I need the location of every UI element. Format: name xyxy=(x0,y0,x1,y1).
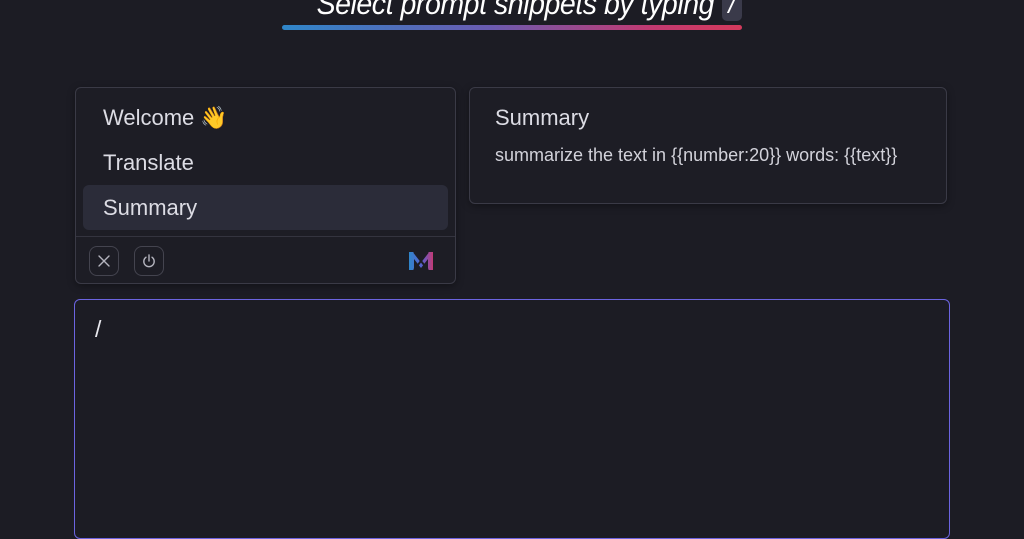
brand-logo-icon xyxy=(409,251,433,271)
menu-footer xyxy=(76,237,455,283)
disable-button[interactable] xyxy=(134,246,164,276)
page-title: Select prompt snippets by typing xyxy=(316,0,715,21)
close-button[interactable] xyxy=(89,246,119,276)
title-gradient-underline xyxy=(282,25,742,30)
preview-body: summarize the text in {{number:20}} word… xyxy=(495,145,898,165)
snippet-item-label: Summary xyxy=(103,194,198,220)
page-title-group: Select prompt snippets by typing / xyxy=(282,0,742,30)
preview-title: Summary xyxy=(495,105,590,130)
snippet-item-label: Welcome 👋 xyxy=(103,104,228,130)
prompt-textarea[interactable]: / xyxy=(74,299,950,539)
snippet-item-translate[interactable]: Translate xyxy=(83,140,448,185)
snippet-preview: Summary summarize the text in {{number:2… xyxy=(469,87,947,204)
snippet-list: Welcome 👋 Translate Summary xyxy=(83,95,448,230)
power-icon xyxy=(143,254,155,268)
close-icon xyxy=(98,255,110,267)
page-header: Select prompt snippets by typing / xyxy=(0,0,1024,30)
slash-key-hint: / xyxy=(722,0,742,21)
snippet-menu: Welcome 👋 Translate Summary xyxy=(75,87,456,284)
snippet-item-summary[interactable]: Summary xyxy=(83,185,448,230)
snippet-item-welcome[interactable]: Welcome 👋 xyxy=(83,95,448,140)
snippet-item-label: Translate xyxy=(103,149,194,175)
